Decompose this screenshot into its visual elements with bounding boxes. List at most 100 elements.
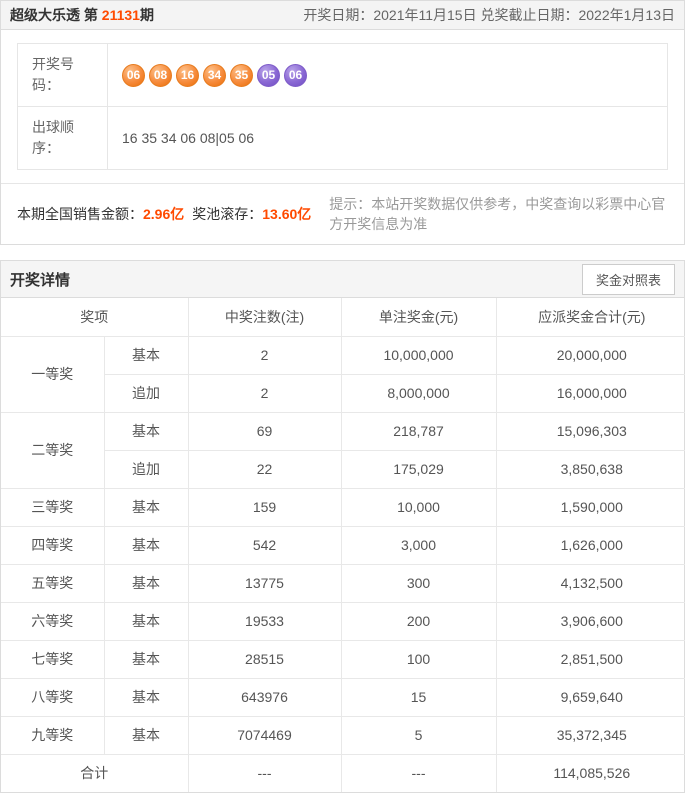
prize-name-cell: 五等奖 <box>1 564 104 602</box>
prize-type-cell: 追加 <box>104 374 188 412</box>
details-header-bar: 开奖详情 奖金对照表 <box>1 261 684 298</box>
single-prize-cell: 10,000,000 <box>341 336 496 374</box>
ball-order-label: 出球顺序： <box>18 107 108 169</box>
prize-name-cell: 八等奖 <box>1 678 104 716</box>
total-prize-cell: 35,372,345 <box>496 716 685 754</box>
prize-table-row: 追加22175,0293,850,638 <box>1 450 685 488</box>
prize-name-cell: 二等奖 <box>1 412 104 488</box>
front-ball: 08 <box>149 64 172 87</box>
sales-value: 2.96亿 <box>143 206 184 222</box>
winner-count-cell: 13775 <box>188 564 341 602</box>
draw-result-panel: 超级大乐透 第 21131期 开奖日期：2021年11月15日 兑奖截止日期：2… <box>0 0 685 245</box>
prize-table: 奖项 中奖注数(注) 单注奖金(元) 应派奖金合计(元) 一等奖基本210,00… <box>1 298 685 792</box>
prize-type-cell: 基本 <box>104 412 188 450</box>
prize-type-cell: 基本 <box>104 526 188 564</box>
prize-type-cell: 基本 <box>104 336 188 374</box>
single-prize-cell: 3,000 <box>341 526 496 564</box>
prize-table-row: 八等奖基本643976159,659,640 <box>1 678 685 716</box>
winner-count-cell: 643976 <box>188 678 341 716</box>
issue-number: 21131 <box>102 7 140 23</box>
disclaimer-tip: 提示：本站开奖数据仅供参考，中奖查询以彩票中心官方开奖信息为准 <box>329 194 668 234</box>
total-label-cell: 合计 <box>1 754 188 792</box>
prize-table-row: 七等奖基本285151002,851,500 <box>1 640 685 678</box>
total-prize-cell: 20,000,000 <box>496 336 685 374</box>
winner-count-cell: 7074469 <box>188 716 341 754</box>
prize-table-row: 六等奖基本195332003,906,600 <box>1 602 685 640</box>
pool-amount: 奖池滚存：13.60亿 <box>192 204 311 224</box>
numbers-table: 开奖号码： 06081634350506 出球顺序： 16 35 34 06 0… <box>17 43 668 170</box>
single-prize-cell: 218,787 <box>341 412 496 450</box>
draw-numbers-value: 06081634350506 <box>108 44 667 106</box>
sales-amount: 本期全国销售金额：2.96亿 <box>17 204 184 224</box>
details-title: 开奖详情 <box>10 269 70 290</box>
prize-table-row: 四等奖基本5423,0001,626,000 <box>1 526 685 564</box>
front-ball: 16 <box>176 64 199 87</box>
total-prize-cell: 3,850,638 <box>496 450 685 488</box>
draw-numbers-row: 开奖号码： 06081634350506 <box>18 44 667 106</box>
prize-table-row: 二等奖基本69218,78715,096,303 <box>1 412 685 450</box>
draw-details-panel: 开奖详情 奖金对照表 奖项 中奖注数(注) 单注奖金(元) 应派奖金合计(元) … <box>0 260 685 793</box>
total-prize-cell: 15,096,303 <box>496 412 685 450</box>
prize-type-cell: 基本 <box>104 602 188 640</box>
column-header-count: 中奖注数(注) <box>188 298 341 336</box>
prize-type-cell: 基本 <box>104 488 188 526</box>
prize-type-cell: 基本 <box>104 564 188 602</box>
total-count-cell: --- <box>188 754 341 792</box>
prize-table-header-row: 奖项 中奖注数(注) 单注奖金(元) 应派奖金合计(元) <box>1 298 685 336</box>
prize-table-total-row: 合计------114,085,526 <box>1 754 685 792</box>
draw-title-bar: 超级大乐透 第 21131期 开奖日期：2021年11月15日 兑奖截止日期：2… <box>1 1 684 30</box>
issue-suffix: 期 <box>140 7 154 23</box>
winner-count-cell: 2 <box>188 374 341 412</box>
total-prize-cell: 4,132,500 <box>496 564 685 602</box>
draw-dates: 开奖日期：2021年11月15日 兑奖截止日期：2022年1月13日 <box>303 5 675 25</box>
single-prize-cell: 10,000 <box>341 488 496 526</box>
column-header-prize: 奖项 <box>1 298 188 336</box>
issue-prefix: 第 <box>80 7 102 23</box>
pool-value: 13.60亿 <box>262 206 311 222</box>
section-gap <box>0 245 685 260</box>
ball-order-value: 16 35 34 06 08|05 06 <box>108 107 667 169</box>
total-prize-cell: 1,626,000 <box>496 526 685 564</box>
single-prize-cell: 175,029 <box>341 450 496 488</box>
prize-compare-button[interactable]: 奖金对照表 <box>582 264 675 295</box>
single-prize-cell: 5 <box>341 716 496 754</box>
lottery-balls: 06081634350506 <box>122 64 307 87</box>
column-header-total: 应派奖金合计(元) <box>496 298 685 336</box>
total-single-cell: --- <box>341 754 496 792</box>
back-ball: 05 <box>257 64 280 87</box>
prize-table-row: 五等奖基本137753004,132,500 <box>1 564 685 602</box>
prize-table-row: 一等奖基本210,000,00020,000,000 <box>1 336 685 374</box>
total-prize-cell: 3,906,600 <box>496 602 685 640</box>
single-prize-cell: 300 <box>341 564 496 602</box>
draw-numbers-label: 开奖号码： <box>18 44 108 106</box>
winner-count-cell: 19533 <box>188 602 341 640</box>
prize-type-cell: 基本 <box>104 716 188 754</box>
winner-count-cell: 69 <box>188 412 341 450</box>
winner-count-cell: 542 <box>188 526 341 564</box>
prize-name-cell: 一等奖 <box>1 336 104 412</box>
prize-name-cell: 七等奖 <box>1 640 104 678</box>
winner-count-cell: 159 <box>188 488 341 526</box>
prize-name-cell: 三等奖 <box>1 488 104 526</box>
total-prize-cell: 9,659,640 <box>496 678 685 716</box>
winner-count-cell: 22 <box>188 450 341 488</box>
game-name: 超级大乐透 <box>10 7 80 23</box>
prize-table-row: 三等奖基本15910,0001,590,000 <box>1 488 685 526</box>
prize-type-cell: 基本 <box>104 678 188 716</box>
single-prize-cell: 100 <box>341 640 496 678</box>
sales-label: 本期全国销售金额： <box>17 206 143 222</box>
front-ball: 34 <box>203 64 226 87</box>
single-prize-cell: 200 <box>341 602 496 640</box>
ball-order-row: 出球顺序： 16 35 34 06 08|05 06 <box>18 106 667 169</box>
single-prize-cell: 8,000,000 <box>341 374 496 412</box>
winner-count-cell: 2 <box>188 336 341 374</box>
page-title: 超级大乐透 第 21131期 <box>10 5 154 25</box>
prize-type-cell: 追加 <box>104 450 188 488</box>
prize-name-cell: 九等奖 <box>1 716 104 754</box>
total-prize-cell: 16,000,000 <box>496 374 685 412</box>
prize-type-cell: 基本 <box>104 640 188 678</box>
total-prize-cell: 2,851,500 <box>496 640 685 678</box>
column-header-single: 单注奖金(元) <box>341 298 496 336</box>
prize-name-cell: 四等奖 <box>1 526 104 564</box>
single-prize-cell: 15 <box>341 678 496 716</box>
